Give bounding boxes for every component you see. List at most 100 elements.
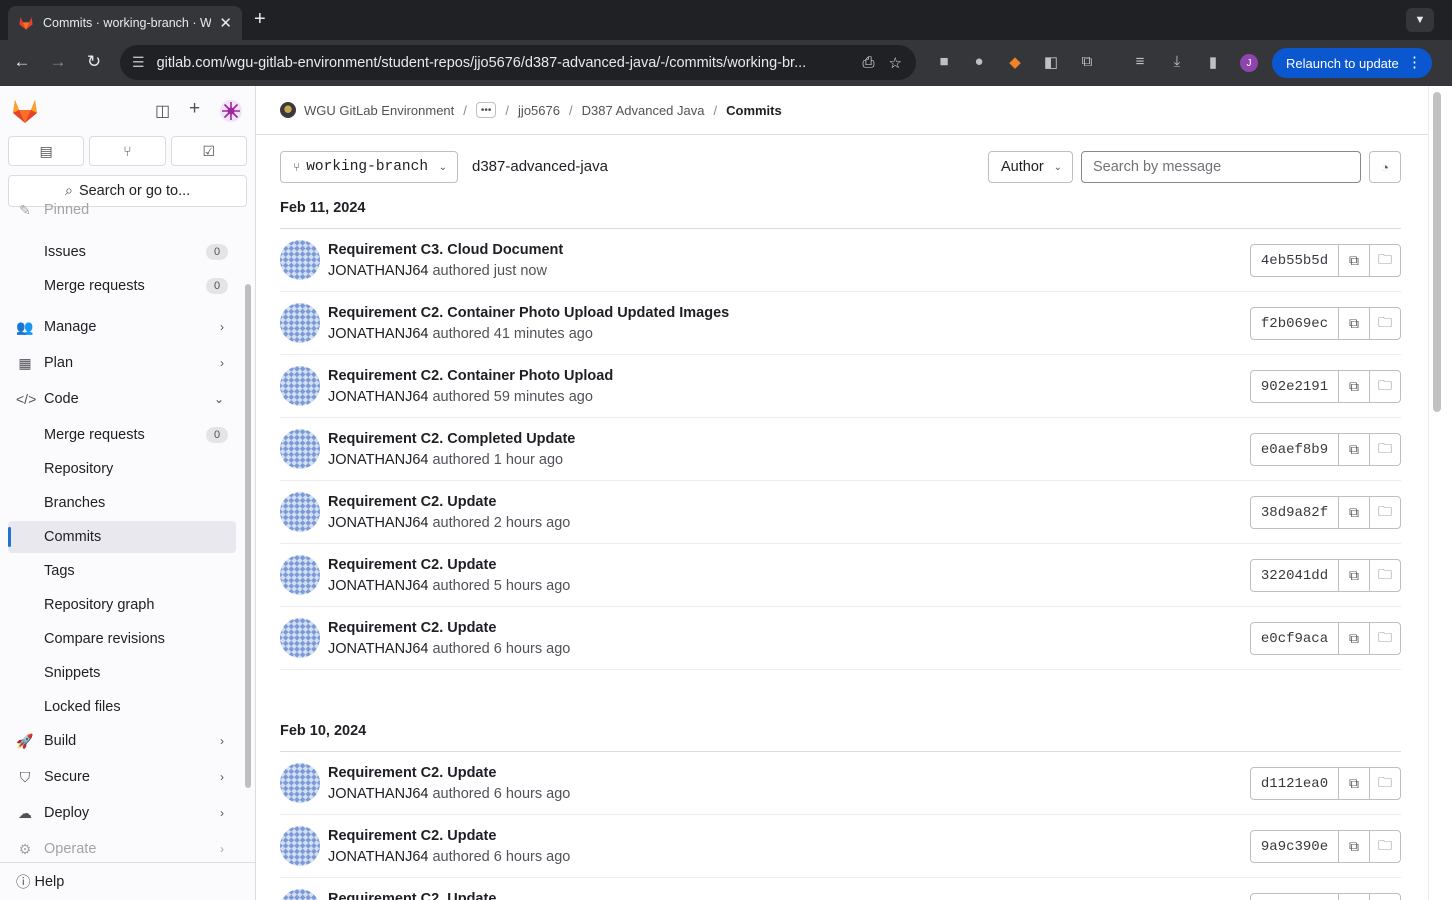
extension-icon[interactable]: ◧ — [1040, 53, 1062, 71]
breadcrumb-more-button[interactable]: ••• — [475, 102, 497, 118]
copy-sha-button[interactable]: ⧉ — [1338, 370, 1370, 403]
breadcrumb-group-link[interactable]: WGU GitLab Environment — [304, 103, 454, 118]
sidebar-item-build[interactable]: 🚀 Build › — [8, 725, 236, 757]
commit-author-link[interactable]: JONATHANJ64 — [328, 452, 428, 468]
copy-sha-button[interactable]: ⧉ — [1338, 559, 1370, 592]
commit-author-link[interactable]: JONATHANJ64 — [328, 515, 428, 531]
new-tab-icon[interactable]: + — [254, 8, 266, 31]
sidebar-item-manage[interactable]: 👥 Manage › — [8, 311, 236, 343]
sidebar-item-commits[interactable]: Commits — [8, 521, 236, 553]
close-tab-icon[interactable]: ✕ — [219, 14, 232, 32]
commit-title-link[interactable]: Requirement C2. Update — [328, 557, 496, 573]
sidebar-item-repository[interactable]: Repository — [8, 453, 236, 485]
copy-sha-button[interactable]: ⧉ — [1338, 622, 1370, 655]
sidebar-item-issues[interactable]: Issues 0 — [8, 236, 236, 268]
scrollbar-thumb[interactable] — [1433, 92, 1441, 412]
commit-sha-button[interactable]: e0cf9aca — [1250, 622, 1339, 655]
sidebar-item-tags[interactable]: Tags — [8, 555, 236, 587]
browse-files-button[interactable]: 🗀 — [1369, 830, 1401, 863]
commit-sha-button[interactable]: f2b069ec — [1250, 307, 1339, 340]
breadcrumb-user-link[interactable]: jjo5676 — [518, 103, 560, 118]
commit-title-link[interactable]: Requirement C2. Update — [328, 494, 496, 510]
copy-sha-button[interactable]: ⧉ — [1338, 433, 1370, 466]
address-bar[interactable]: ☰ gitlab.com/wgu-gitlab-environment/stud… — [120, 45, 916, 80]
commit-sha-button[interactable]: 4eb55b5d — [1250, 244, 1339, 277]
commit-title-link[interactable]: Requirement C2. Completed Update — [328, 431, 575, 447]
forward-icon[interactable]: → — [47, 52, 69, 72]
browse-files-button[interactable]: 🗀 — [1369, 767, 1401, 800]
commit-author-link[interactable]: JONATHANJ64 — [328, 326, 428, 342]
browser-tab[interactable]: Commits · working-branch · W ✕ — [8, 6, 242, 40]
copy-sha-button[interactable]: ⧉ — [1338, 893, 1370, 900]
author-avatar[interactable] — [280, 366, 320, 406]
sidebar-item-code[interactable]: </> Code ⌄ — [8, 383, 236, 415]
sidebar-item-secure[interactable]: ⛉ Secure › — [8, 761, 236, 793]
copy-sha-button[interactable]: ⧉ — [1338, 767, 1370, 800]
create-new-icon[interactable]: + — [189, 98, 200, 120]
author-avatar[interactable] — [280, 763, 320, 803]
url-text[interactable]: gitlab.com/wgu-gitlab-environment/studen… — [157, 55, 863, 71]
side-panel-icon[interactable]: ▮ — [1202, 53, 1224, 71]
browse-files-button[interactable]: 🗀 — [1369, 370, 1401, 403]
copy-sha-button[interactable]: ⧉ — [1338, 244, 1370, 277]
sidebar-item-branches[interactable]: Branches — [8, 487, 236, 519]
author-avatar[interactable] — [280, 618, 320, 658]
copy-sha-button[interactable]: ⧉ — [1338, 496, 1370, 529]
author-avatar[interactable] — [280, 826, 320, 866]
author-filter-dropdown[interactable]: Author ⌄ — [988, 151, 1073, 183]
metamask-extension-icon[interactable]: ◆ — [1004, 53, 1026, 71]
reading-list-icon[interactable]: ≡ — [1129, 53, 1151, 70]
profile-avatar[interactable]: J — [1240, 54, 1258, 72]
search-by-message-input[interactable] — [1081, 151, 1361, 183]
sidebar-item-snippets[interactable]: Snippets — [8, 657, 236, 689]
browse-files-button[interactable]: 🗀 — [1369, 244, 1401, 277]
extension-icon[interactable]: ● — [968, 53, 990, 70]
back-icon[interactable]: ← — [11, 52, 33, 72]
author-avatar[interactable] — [280, 303, 320, 343]
author-avatar[interactable] — [280, 240, 320, 280]
sidebar-item-merge-requests[interactable]: Merge requests 0 — [8, 419, 236, 451]
commit-title-link[interactable]: Requirement C2. Update — [328, 828, 496, 844]
relaunch-button[interactable]: Relaunch to update ⋮ — [1272, 48, 1432, 78]
commit-title-link[interactable]: Requirement C2. Container Photo Upload U… — [328, 305, 729, 321]
browse-files-button[interactable]: 🗀 — [1369, 496, 1401, 529]
commit-title-link[interactable]: Requirement C2. Update — [328, 891, 496, 900]
sidebar-item-operate[interactable]: ⚙ Operate › — [8, 833, 236, 865]
sidebar-item-merge-requests-pinned[interactable]: Merge requests 0 — [8, 270, 236, 302]
browse-files-button[interactable]: 🗀 — [1369, 433, 1401, 466]
commit-sha-button[interactable]: 902e2191 — [1250, 370, 1339, 403]
commit-title-link[interactable]: Requirement C3. Cloud Document — [328, 242, 563, 258]
commit-author-link[interactable]: JONATHANJ64 — [328, 641, 428, 657]
page-scrollbar[interactable] — [1428, 86, 1452, 900]
sidebar-item-locked-files[interactable]: Locked files — [8, 691, 236, 723]
author-avatar[interactable] — [280, 889, 320, 900]
commit-author-link[interactable]: JONATHANJ64 — [328, 849, 428, 865]
author-avatar[interactable] — [280, 492, 320, 532]
commit-sha-button[interactable]: 38d9a82f — [1250, 496, 1339, 529]
browse-files-button[interactable]: 🗀 — [1369, 559, 1401, 592]
reload-icon[interactable]: ↻ — [83, 52, 105, 72]
toggle-sidebar-icon[interactable]: ◫ — [155, 101, 170, 121]
sidebar-item-compare-revisions[interactable]: Compare revisions — [8, 623, 236, 655]
download-icon[interactable]: ⤓ — [1166, 53, 1188, 70]
extension-icon[interactable]: ■ — [933, 53, 955, 70]
commit-sha-button[interactable]: 322041dd — [1250, 559, 1339, 592]
extensions-puzzle-icon[interactable]: ⧉ — [1076, 53, 1098, 70]
commit-author-link[interactable]: JONATHANJ64 — [328, 389, 428, 405]
commit-sha-button[interactable]: 9a9c390e — [1250, 830, 1339, 863]
sidebar-item-deploy[interactable]: ☁ Deploy › — [8, 797, 236, 829]
sidebar-item-repository-graph[interactable]: Repository graph — [8, 589, 236, 621]
sidebar-pinned-header[interactable]: ✎ Pinned — [8, 200, 236, 220]
copy-sha-button[interactable]: ⧉ — [1338, 830, 1370, 863]
breadcrumb-project-link[interactable]: D387 Advanced Java — [582, 103, 705, 118]
issues-shortcut-icon[interactable]: ▤ — [8, 136, 85, 166]
browse-files-button[interactable]: 🗀 — [1369, 307, 1401, 340]
bookmark-star-icon[interactable]: ☆ — [889, 54, 902, 72]
rss-feed-button[interactable]: ◔ — [1369, 151, 1401, 183]
tab-search-icon[interactable]: ▼ — [1406, 8, 1434, 32]
commit-title-link[interactable]: Requirement C2. Container Photo Upload — [328, 368, 613, 384]
browse-files-button[interactable]: 🗀 — [1369, 622, 1401, 655]
commit-sha-button[interactable]: e0aef8b9 — [1250, 433, 1339, 466]
commit-title-link[interactable]: Requirement C2. Update — [328, 765, 496, 781]
sidebar-scrollbar[interactable] — [245, 284, 251, 788]
